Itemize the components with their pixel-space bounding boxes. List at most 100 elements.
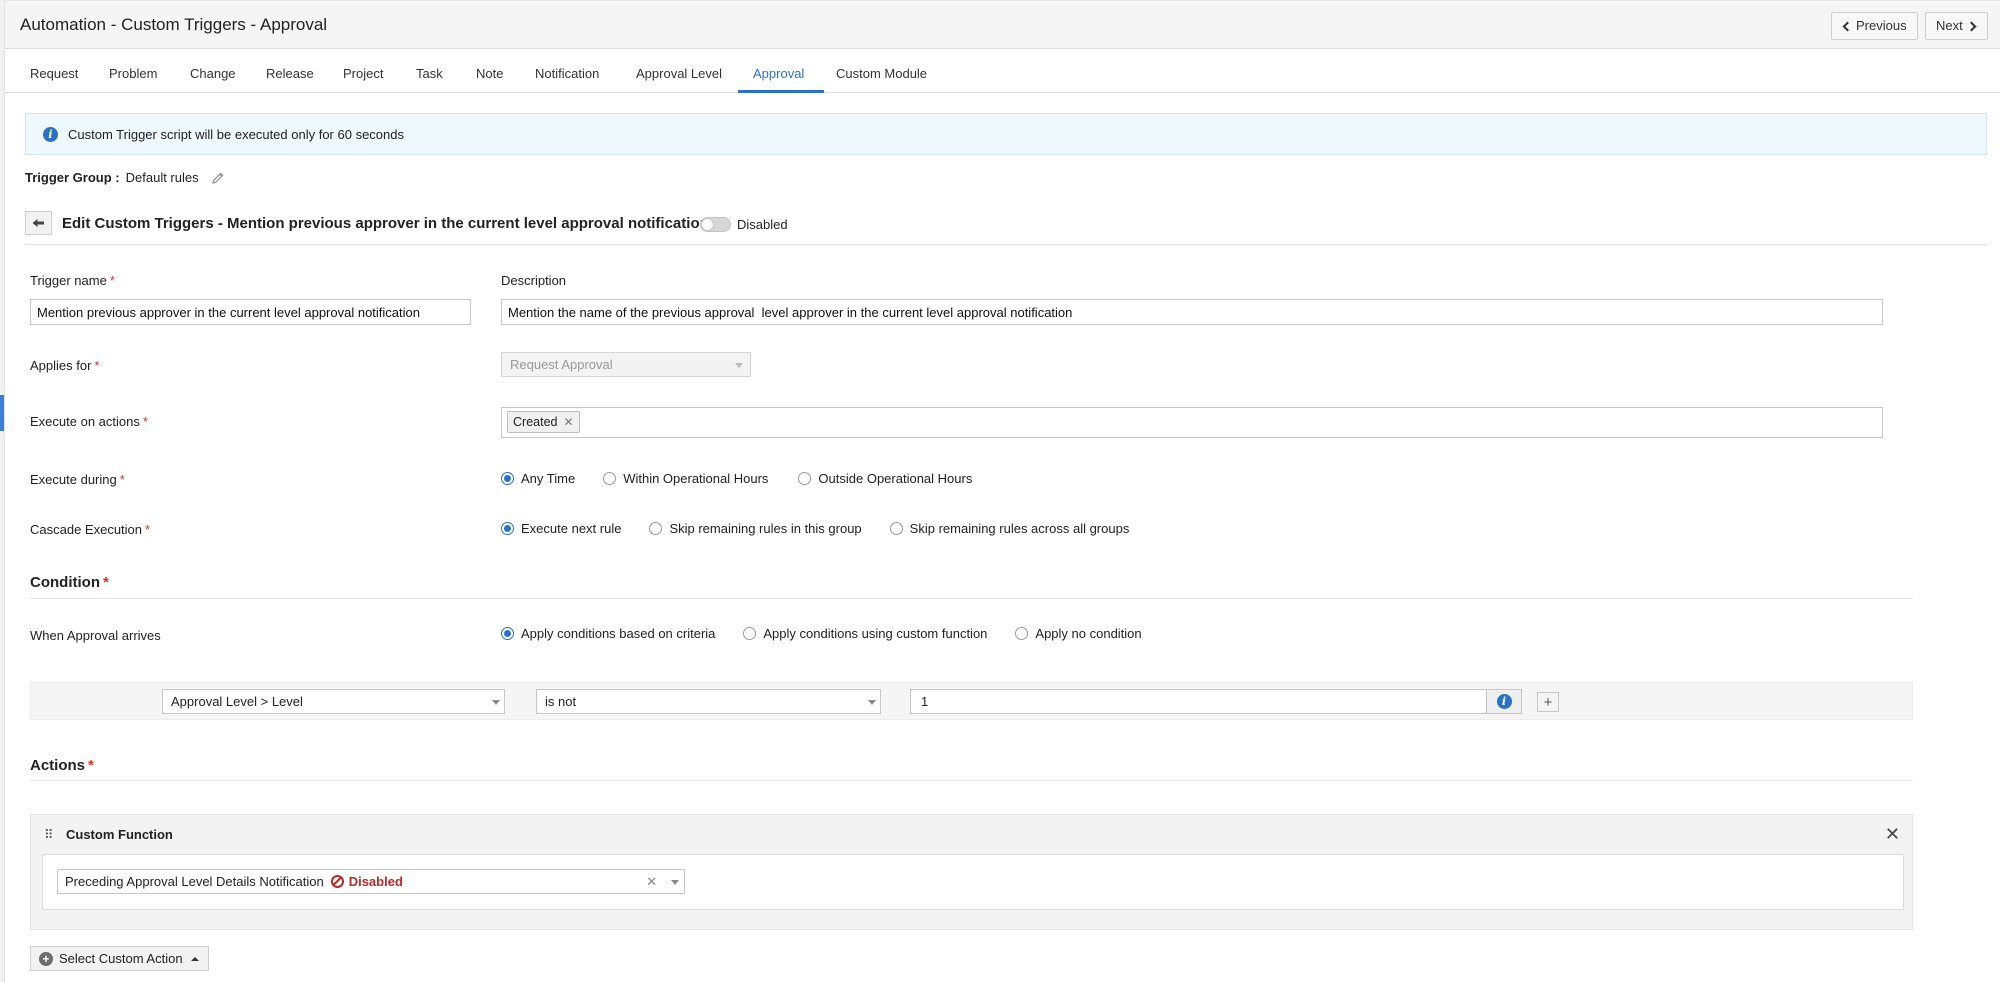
required-marker: * bbox=[142, 414, 148, 429]
page-title: Automation - Custom Triggers - Approval bbox=[20, 15, 328, 34]
cascade-radio-group: Execute next rule Skip remaining rules i… bbox=[501, 521, 1157, 536]
criteria-value: 1 bbox=[921, 694, 929, 709]
required-marker: * bbox=[88, 757, 94, 774]
next-button[interactable]: Next bbox=[1925, 12, 1988, 40]
chevron-right-icon bbox=[1966, 21, 1977, 31]
caret-up-icon bbox=[190, 956, 199, 961]
tab-project[interactable]: Project bbox=[343, 66, 383, 81]
criteria-field-select[interactable]: Approval Level > Level bbox=[162, 689, 505, 714]
description-input[interactable] bbox=[501, 299, 1883, 325]
title-bar: Automation - Custom Triggers - Approval … bbox=[5, 0, 2000, 49]
radio-selected-icon bbox=[501, 522, 514, 535]
applies-for-select: Request Approval bbox=[501, 352, 751, 377]
remove-chip-icon[interactable]: ✕ bbox=[563, 415, 573, 429]
custom-function-panel: ⠿ Custom Function ✕ Preceding Approval L… bbox=[30, 814, 1913, 930]
add-circle-icon: + bbox=[39, 951, 53, 966]
trigger-name-input[interactable] bbox=[30, 299, 471, 325]
cascade-execution-label: Cascade Execution * bbox=[30, 522, 151, 537]
criteria-row: Approval Level > Level is not 1 i + bbox=[30, 682, 1913, 720]
info-banner-text: Custom Trigger script will be executed o… bbox=[68, 126, 404, 142]
tab-release[interactable]: Release bbox=[266, 66, 314, 81]
execute-during-label: Execute during * bbox=[30, 472, 125, 487]
applies-for-label: Applies for * bbox=[30, 358, 100, 373]
custom-function-name: Preceding Approval Level Details Notific… bbox=[65, 874, 324, 889]
radio-selected-icon bbox=[501, 627, 514, 640]
radio-any-time[interactable]: Any Time bbox=[501, 471, 575, 486]
condition-section-title: Condition * bbox=[30, 574, 109, 591]
edit-title: Edit Custom Triggers - Mention previous … bbox=[62, 215, 709, 232]
radio-outside-operational-hours[interactable]: Outside Operational Hours bbox=[798, 471, 972, 486]
tab-custom-module[interactable]: Custom Module bbox=[836, 66, 927, 81]
pencil-icon[interactable] bbox=[211, 171, 225, 185]
add-criteria-button[interactable]: + bbox=[1537, 692, 1559, 712]
required-marker: * bbox=[94, 358, 100, 373]
radio-no-condition[interactable]: Apply no condition bbox=[1015, 626, 1142, 641]
criteria-value-input[interactable]: 1 bbox=[910, 689, 1491, 714]
chip-label: Created bbox=[513, 415, 558, 429]
select-custom-action-button[interactable]: + Select Custom Action bbox=[30, 946, 209, 971]
next-label: Next bbox=[1936, 18, 1963, 33]
radio-unselected-icon bbox=[743, 627, 757, 640]
trigger-group-value: Default rules bbox=[125, 170, 199, 185]
tab-change[interactable]: Change bbox=[190, 66, 236, 81]
criteria-operator-select[interactable]: is not bbox=[536, 689, 881, 714]
custom-function-select[interactable]: Preceding Approval Level Details Notific… bbox=[57, 869, 685, 894]
info-icon: i bbox=[43, 126, 58, 142]
previous-label: Previous bbox=[1856, 18, 1907, 33]
enable-toggle[interactable] bbox=[700, 217, 731, 232]
caret-down-icon bbox=[868, 700, 876, 705]
required-marker: * bbox=[109, 273, 115, 288]
criteria-operator-value: is not bbox=[545, 694, 577, 709]
custom-function-title: Custom Function bbox=[66, 827, 173, 842]
tab-request[interactable]: Request bbox=[30, 66, 78, 81]
edit-header: Edit Custom Triggers - Mention previous … bbox=[25, 211, 1987, 245]
tab-problem[interactable]: Problem bbox=[109, 66, 157, 81]
tab-approval-level[interactable]: Approval Level bbox=[636, 66, 722, 81]
radio-unselected-icon bbox=[889, 522, 903, 535]
disabled-ban-icon bbox=[330, 875, 344, 888]
radio-unselected-icon bbox=[649, 522, 663, 535]
toggle-status-label: Disabled bbox=[737, 217, 788, 232]
actions-section-title: Actions * bbox=[30, 757, 94, 774]
trigger-group-label: Trigger Group : bbox=[25, 170, 120, 185]
close-icon[interactable]: ✕ bbox=[1885, 825, 1900, 843]
function-status-label: Disabled bbox=[348, 874, 403, 889]
criteria-field-value: Approval Level > Level bbox=[171, 694, 303, 709]
clear-selection-icon[interactable]: ✕ bbox=[646, 870, 657, 893]
execute-on-actions-input[interactable]: Created ✕ bbox=[501, 407, 1883, 438]
caret-down-icon bbox=[671, 880, 679, 885]
required-marker: * bbox=[102, 574, 109, 591]
drag-handle-icon[interactable]: ⠿ bbox=[44, 827, 53, 843]
custom-function-body: Preceding Approval Level Details Notific… bbox=[42, 854, 1904, 910]
back-button[interactable] bbox=[25, 211, 52, 235]
tab-note[interactable]: Note bbox=[476, 66, 503, 81]
radio-selected-icon bbox=[501, 472, 514, 485]
execute-on-actions-label: Execute on actions * bbox=[30, 414, 148, 429]
info-banner: i Custom Trigger script will be executed… bbox=[25, 113, 1987, 155]
tab-approval[interactable]: Approval bbox=[753, 66, 804, 81]
radio-conditions-criteria[interactable]: Apply conditions based on criteria bbox=[501, 626, 715, 641]
caret-down-icon bbox=[735, 363, 743, 368]
when-approval-arrives-label: When Approval arrives bbox=[30, 628, 161, 643]
radio-skip-remaining-all-groups[interactable]: Skip remaining rules across all groups bbox=[889, 521, 1129, 536]
radio-unselected-icon bbox=[798, 472, 812, 485]
required-marker: * bbox=[119, 472, 125, 487]
description-label: Description bbox=[501, 273, 567, 288]
active-tab-underline bbox=[738, 90, 824, 93]
radio-skip-remaining-in-group[interactable]: Skip remaining rules in this group bbox=[649, 521, 862, 536]
criteria-info-button[interactable]: i bbox=[1486, 689, 1522, 714]
action-chip-created: Created ✕ bbox=[507, 411, 580, 433]
required-marker: * bbox=[145, 522, 151, 537]
tab-task[interactable]: Task bbox=[416, 66, 443, 81]
plus-icon: + bbox=[1543, 693, 1553, 711]
radio-unselected-icon bbox=[603, 472, 617, 485]
caret-down-icon bbox=[492, 700, 500, 705]
module-tabs: Request Problem Change Release Project T… bbox=[5, 49, 2000, 93]
radio-conditions-custom-function[interactable]: Apply conditions using custom function bbox=[743, 626, 987, 641]
left-edge-marker bbox=[0, 395, 4, 431]
previous-button[interactable]: Previous bbox=[1831, 12, 1918, 40]
tab-notification[interactable]: Notification bbox=[535, 66, 599, 81]
execute-during-radio-group: Any Time Within Operational Hours Outsid… bbox=[501, 471, 1000, 486]
radio-execute-next-rule[interactable]: Execute next rule bbox=[501, 521, 621, 536]
radio-within-operational-hours[interactable]: Within Operational Hours bbox=[603, 471, 768, 486]
